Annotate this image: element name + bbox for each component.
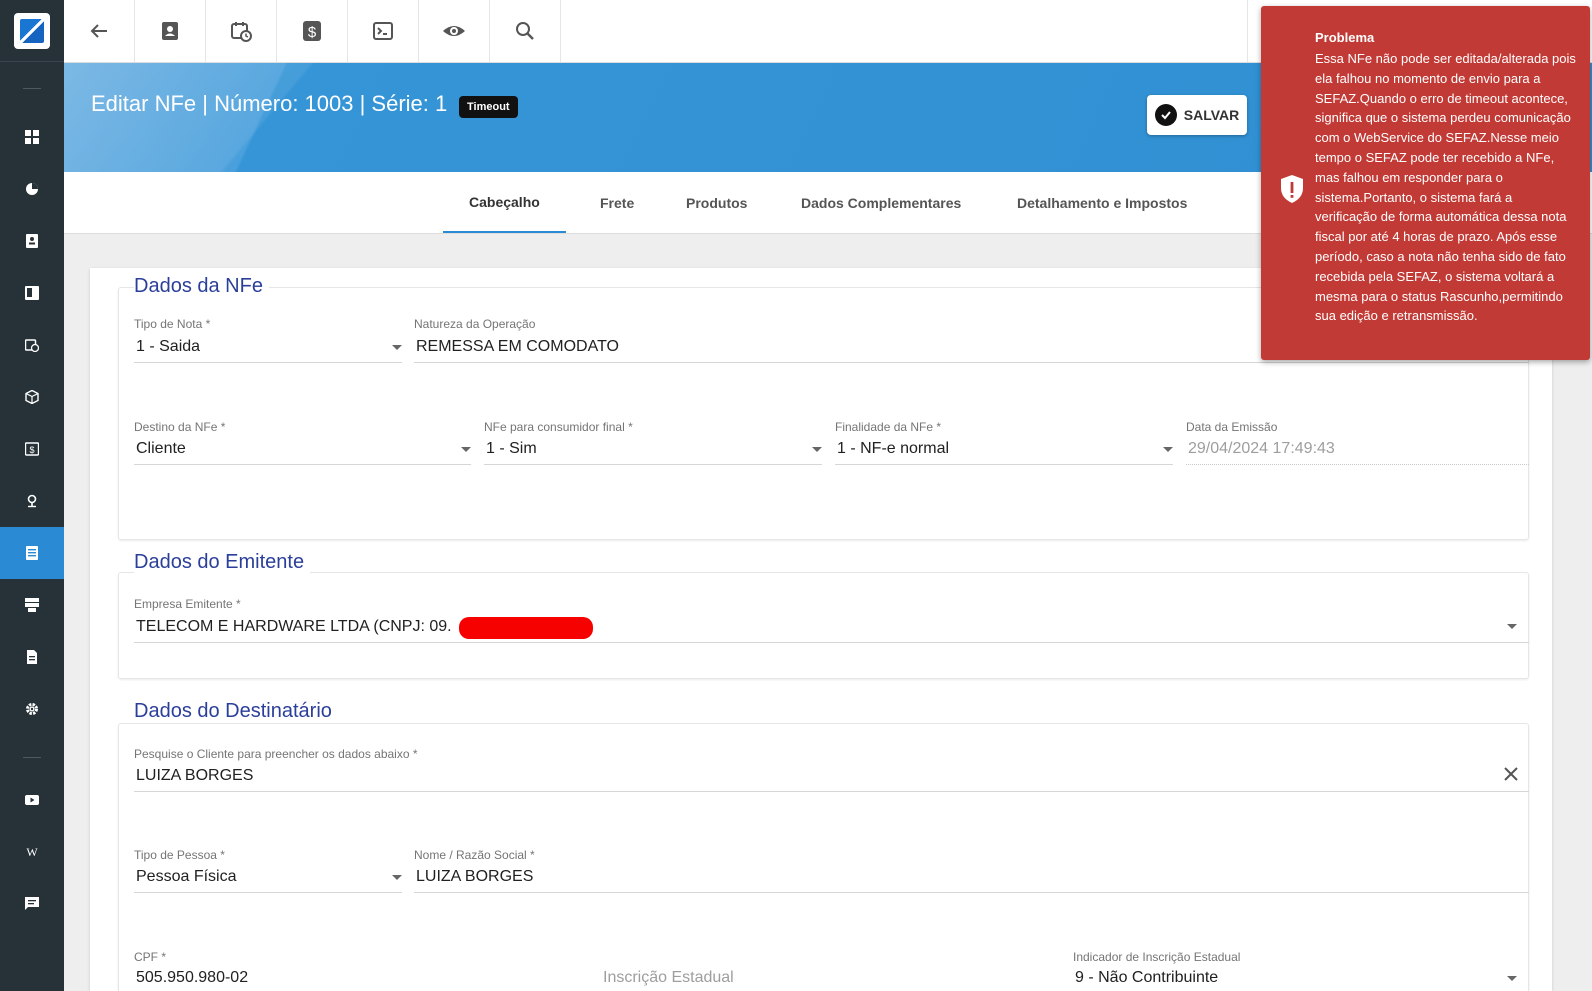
divider bbox=[1247, 0, 1248, 62]
package-icon[interactable] bbox=[0, 371, 64, 423]
form-card: Dados da NFe Tipo de Nota * 1 - Saida Na… bbox=[90, 268, 1552, 991]
chat-icon[interactable] bbox=[0, 878, 64, 930]
app-logo[interactable] bbox=[0, 0, 64, 62]
contact-card-icon[interactable] bbox=[135, 0, 206, 62]
field-label: CPF * bbox=[134, 950, 167, 964]
close-icon[interactable] bbox=[1503, 762, 1519, 788]
divider bbox=[835, 464, 1173, 465]
calendar-clock-icon[interactable] bbox=[206, 0, 277, 62]
divider bbox=[23, 88, 41, 89]
cpf-field[interactable]: 505.950.980-02 bbox=[136, 969, 248, 987]
tab-produtos[interactable]: Produtos bbox=[686, 172, 747, 233]
field-label: Data da Emissão bbox=[1186, 420, 1278, 434]
tipo-nota-select[interactable]: 1 - Saida bbox=[136, 338, 200, 356]
divider bbox=[134, 362, 402, 363]
svg-text:$: $ bbox=[308, 24, 317, 41]
status-badge: Timeout bbox=[459, 96, 518, 118]
field-label: Natureza da Operação bbox=[414, 317, 536, 331]
tab-frete[interactable]: Frete bbox=[600, 172, 634, 233]
inscricao-estadual-field[interactable]: Inscrição Estadual bbox=[603, 969, 734, 987]
section-dados-destinatario bbox=[118, 723, 1529, 991]
chevron-down-icon[interactable] bbox=[1163, 447, 1173, 452]
section-title: Dados do Emitente bbox=[134, 551, 311, 574]
logo-icon bbox=[14, 12, 50, 49]
divider bbox=[484, 464, 822, 465]
contact-icon[interactable] bbox=[0, 215, 64, 267]
divider bbox=[414, 362, 1529, 363]
field-label: Finalidade da NFe * bbox=[835, 420, 942, 434]
chevron-down-icon[interactable] bbox=[461, 447, 471, 452]
check-circle-icon bbox=[1154, 104, 1177, 126]
divider bbox=[134, 464, 471, 465]
save-label: SALVAR bbox=[1183, 107, 1240, 123]
field-label: NFe para consumidor final * bbox=[484, 420, 633, 434]
sidebar: $ W bbox=[0, 0, 64, 991]
finalidade-select[interactable]: 1 - NF-e normal bbox=[837, 440, 949, 458]
field-label: Empresa Emitente * bbox=[134, 597, 241, 611]
back-arrow-icon[interactable] bbox=[64, 0, 135, 62]
section-title: Dados do Destinatário bbox=[134, 700, 338, 723]
field-label: Nome / Razão Social * bbox=[414, 848, 535, 862]
chevron-down-icon[interactable] bbox=[812, 447, 822, 452]
file-icon[interactable] bbox=[0, 631, 64, 683]
field-label: Destino da NFe * bbox=[134, 420, 226, 434]
settings-icon[interactable] bbox=[0, 683, 64, 735]
tipo-pessoa-select[interactable]: Pessoa Física bbox=[136, 868, 236, 886]
wiki-icon[interactable]: W bbox=[0, 826, 64, 878]
destino-select[interactable]: Cliente bbox=[136, 440, 186, 458]
divider bbox=[134, 892, 402, 893]
server-icon[interactable] bbox=[0, 579, 64, 631]
divider bbox=[134, 642, 1529, 643]
money-icon[interactable]: $ bbox=[0, 423, 64, 475]
chevron-down-icon[interactable] bbox=[392, 345, 402, 350]
error-toast[interactable]: Problema Essa NFe não pode ser editada/a… bbox=[1261, 6, 1590, 360]
field-label: Tipo de Nota * bbox=[134, 317, 211, 331]
section-title: Dados da NFe bbox=[134, 275, 269, 298]
divider bbox=[134, 791, 1529, 792]
field-label: Indicador de Inscrição Estadual bbox=[1073, 950, 1241, 964]
chevron-down-icon[interactable] bbox=[1507, 624, 1517, 629]
pie-chart-icon[interactable] bbox=[0, 163, 64, 215]
shield-alert-icon bbox=[1279, 174, 1305, 204]
location-icon[interactable] bbox=[0, 475, 64, 527]
toast-title: Problema bbox=[1315, 30, 1375, 45]
svg-text:W: W bbox=[26, 845, 38, 859]
cliente-search-input[interactable]: LUIZA BORGES bbox=[136, 767, 253, 785]
field-label: Tipo de Pessoa * bbox=[134, 848, 225, 862]
svg-text:$: $ bbox=[29, 445, 34, 455]
calendar-icon[interactable] bbox=[0, 319, 64, 371]
nome-razao-social-field[interactable]: LUIZA BORGES bbox=[416, 868, 533, 886]
data-emissao-field: 29/04/2024 17:49:43 bbox=[1188, 440, 1335, 457]
toast-message: Essa NFe não pode ser editada/alterada p… bbox=[1315, 51, 1576, 324]
dollar-icon[interactable]: $ bbox=[277, 0, 348, 62]
page-title: Editar NFe | Número: 1003 | Série: 1 bbox=[91, 91, 448, 116]
redaction-mark bbox=[459, 617, 593, 639]
document-icon[interactable] bbox=[0, 527, 64, 579]
board-icon[interactable] bbox=[0, 267, 64, 319]
eye-icon[interactable] bbox=[419, 0, 490, 62]
dashboard-icon[interactable] bbox=[0, 111, 64, 163]
terminal-icon[interactable] bbox=[348, 0, 419, 62]
divider bbox=[1186, 464, 1529, 465]
tab-cabecalho[interactable]: Cabeçalho bbox=[443, 172, 566, 233]
field-label: Pesquise o Cliente para preencher os dad… bbox=[134, 747, 418, 761]
chevron-down-icon[interactable] bbox=[392, 875, 402, 880]
consumidor-final-select[interactable]: 1 - Sim bbox=[486, 440, 537, 458]
tab-detalhamento-impostos[interactable]: Detalhamento e Impostos bbox=[1017, 172, 1187, 233]
search-icon[interactable] bbox=[490, 0, 561, 62]
natureza-operacao-field[interactable]: REMESSA EM COMODATO bbox=[416, 338, 619, 356]
indicador-ie-select[interactable]: 9 - Não Contribuinte bbox=[1075, 969, 1218, 987]
chevron-down-icon[interactable] bbox=[1507, 976, 1517, 981]
divider bbox=[414, 892, 1529, 893]
divider bbox=[23, 757, 41, 758]
tab-dados-complementares[interactable]: Dados Complementares bbox=[801, 172, 961, 233]
save-button[interactable]: SALVAR bbox=[1147, 95, 1247, 135]
empresa-emitente-value: TELECOM E HARDWARE LTDA (CNPJ: 09. bbox=[136, 618, 452, 635]
video-icon[interactable] bbox=[0, 774, 64, 826]
